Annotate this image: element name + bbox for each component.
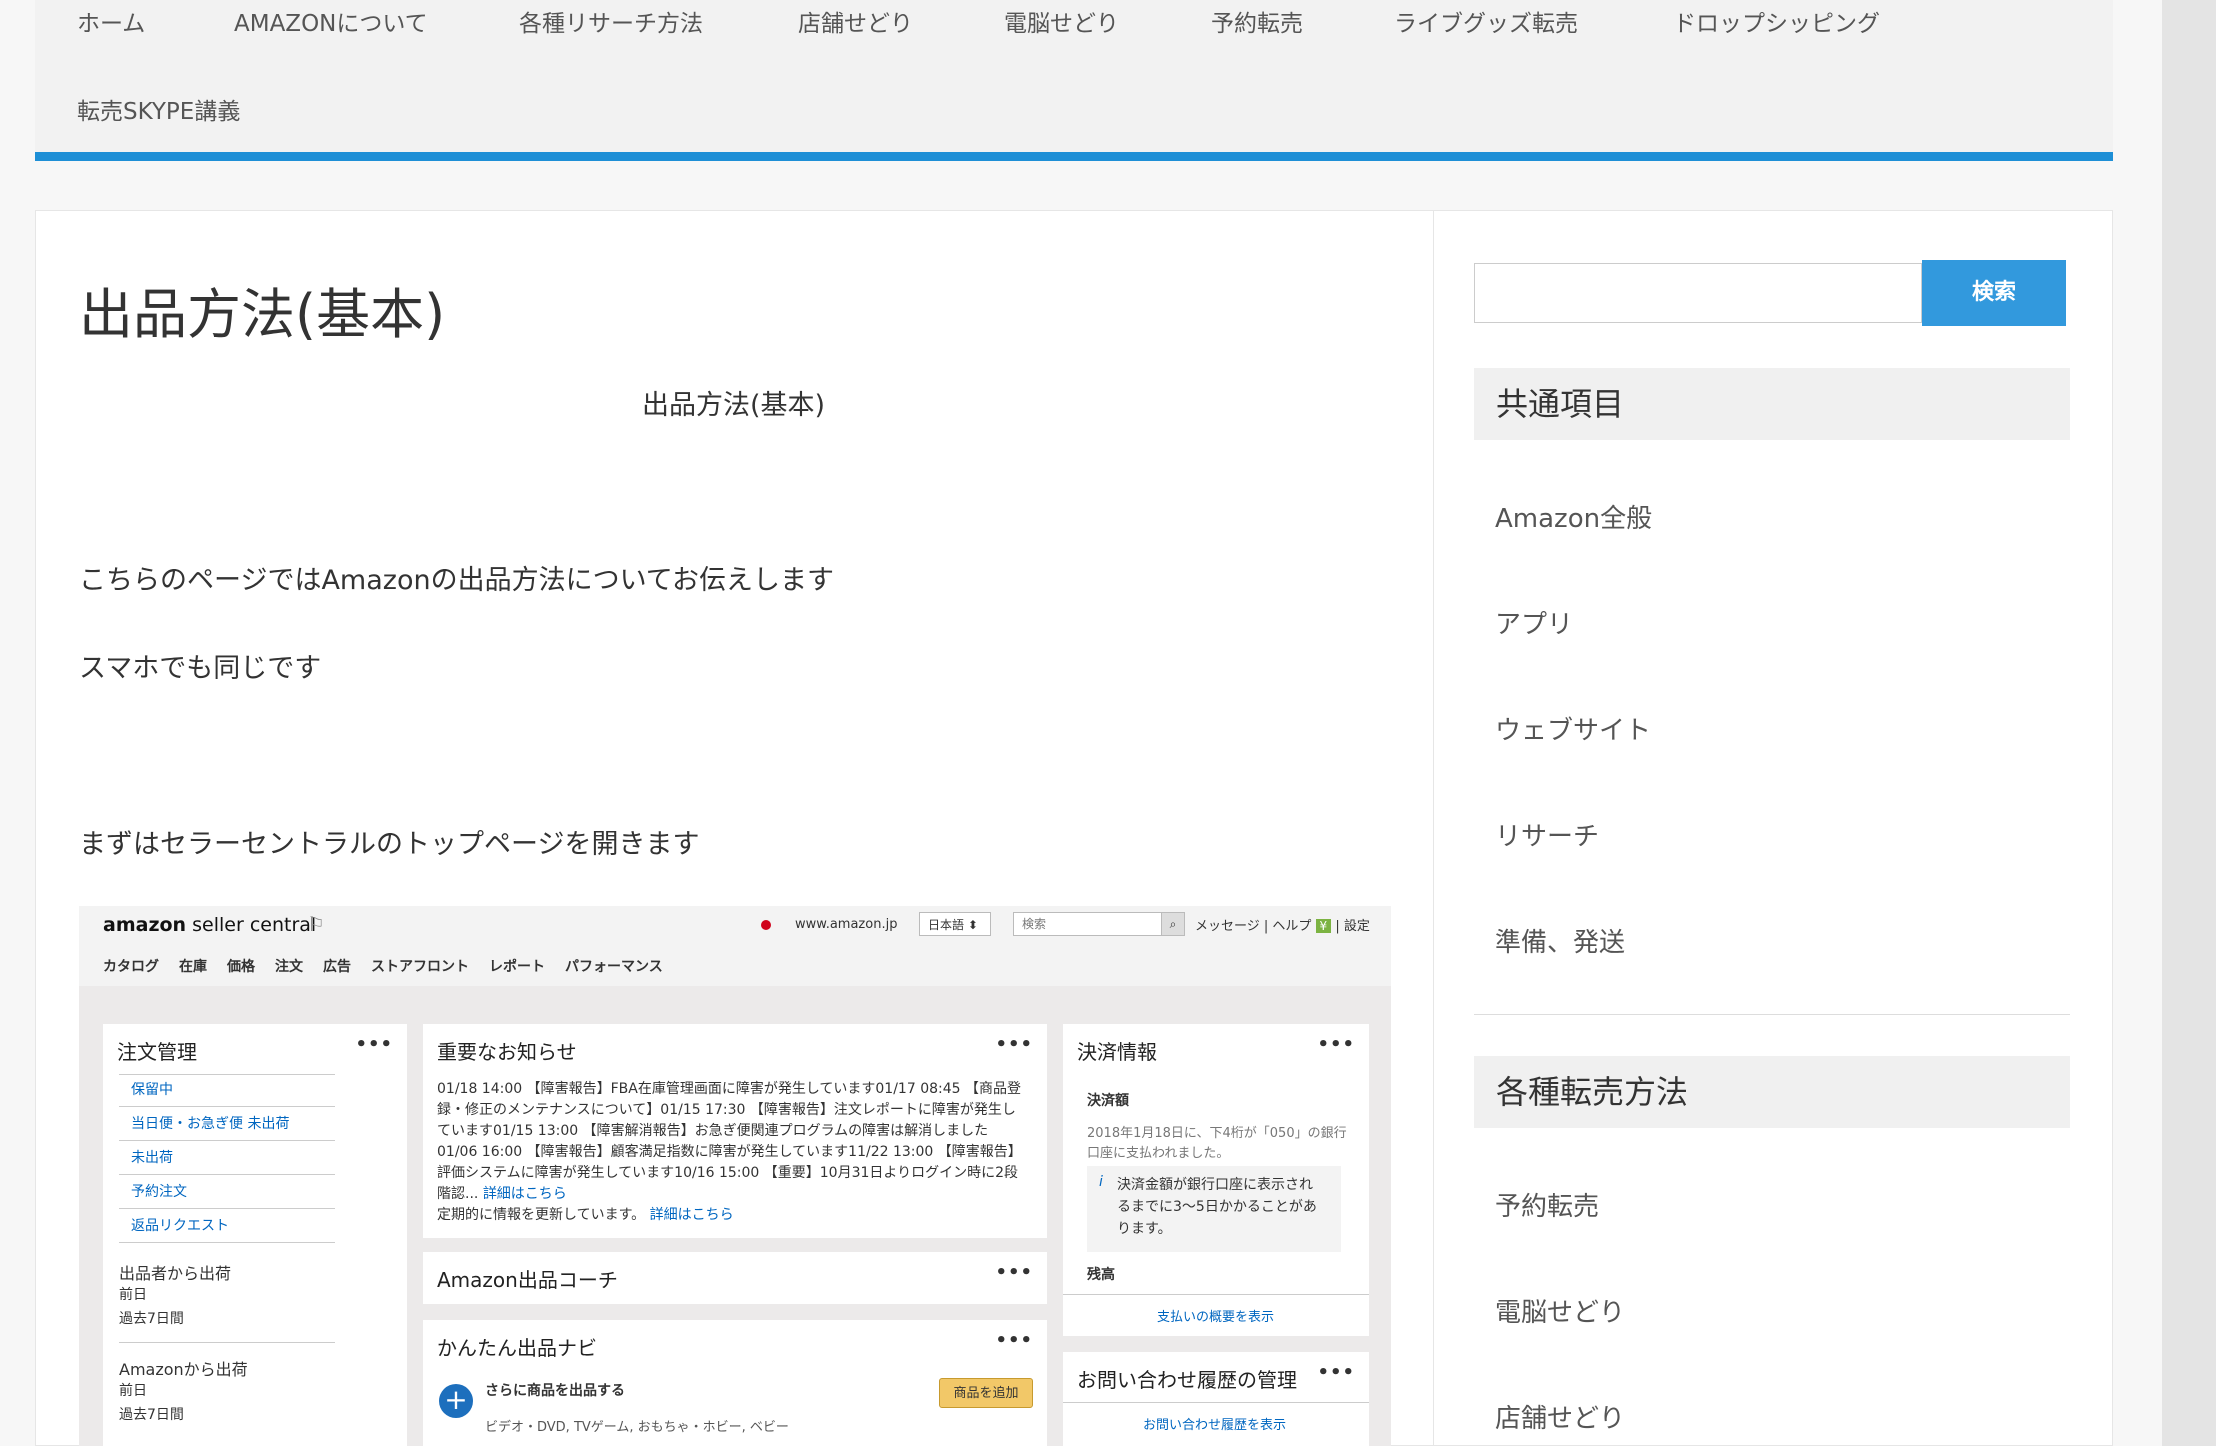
sidebar-item-amazon-general[interactable]: Amazon全般 (1495, 498, 1652, 535)
more-icon: ••• (995, 1330, 1033, 1351)
sidebar-item-preorder-resale[interactable]: 予約転売 (1495, 1186, 1599, 1223)
nav-skype-lecture[interactable]: 転売SKYPE講義 (77, 92, 240, 126)
sc-add-product-button: 商品を追加 (939, 1378, 1033, 1408)
sc-payment-card: 決済情報 ••• 決済額 2018年1月18日に、下4桁が「050」の銀行 口座… (1063, 1024, 1369, 1336)
sc-menu: カタログ 在庫 価格 注文 広告 ストアフロント レポート パフォーマンス (103, 959, 663, 975)
info-icon: i (1099, 1174, 1103, 1190)
nav-dropshipping[interactable]: ドロップシッピング (1673, 4, 1880, 38)
nav-preorder-resale[interactable]: 予約転売 (1211, 4, 1303, 38)
nav-research-methods[interactable]: 各種リサーチ方法 (519, 4, 703, 38)
nav-live-goods[interactable]: ライブグッズ転売 (1394, 4, 1578, 38)
japan-flag-icon (761, 920, 771, 930)
more-icon: ••• (995, 1262, 1033, 1283)
scrollbar-track[interactable] (2162, 0, 2216, 1446)
nav-store-sedori[interactable]: 店舗せどり (798, 4, 913, 38)
column-divider (1433, 210, 1434, 1446)
search-icon: ⌕ (1161, 912, 1185, 936)
sc-inquiry-card: お問い合わせ履歴の管理 ••• お問い合わせ履歴を表示 (1063, 1352, 1369, 1446)
sidebar-item-app[interactable]: アプリ (1495, 604, 1573, 641)
plus-icon: + (439, 1384, 473, 1418)
smartphone-note: スマホでも同じです (79, 653, 322, 684)
more-icon: ••• (1317, 1362, 1355, 1383)
more-icon: ••• (995, 1034, 1033, 1055)
sidebar-section-common: 共通項目 (1474, 368, 2070, 440)
sidebar-separator (1474, 1014, 2070, 1015)
sidebar-item-store-sedori[interactable]: 店舗せどり (1495, 1398, 1625, 1435)
sidebar-section-resale-methods: 各種転売方法 (1474, 1056, 2070, 1128)
sidebar-item-website[interactable]: ウェブサイト (1495, 710, 1651, 747)
article-subtitle: 出品方法(基本) (642, 390, 826, 421)
nav-about-amazon[interactable]: AMAZONについて (234, 4, 428, 38)
sc-logo: amazon seller central (103, 914, 317, 936)
page-title: 出品方法(基本) (79, 283, 446, 346)
sc-news-card: 重要なお知らせ ••• 01/18 14:00 【障害報告】FBA在庫管理画面に… (423, 1024, 1047, 1238)
sc-order-card: 注文管理 ••• 保留中 当日便・お急ぎ便 未出荷 未出荷 予約注文 返品リクエ… (103, 1024, 407, 1446)
sidebar-search-button[interactable]: 検索 (1922, 260, 2066, 326)
sidebar-item-online-sedori[interactable]: 電脳せどり (1495, 1292, 1625, 1329)
flag-icon: ⚐ (307, 912, 325, 936)
sc-listing-navi-card: かんたん出品ナビ ••• + さらに商品を出品する ビデオ・DVD, TVゲーム… (423, 1320, 1047, 1446)
sidebar-search-input[interactable] (1474, 263, 1922, 323)
yen-icon: ¥ (1315, 919, 1332, 933)
sc-site: www.amazon.jp (795, 917, 898, 932)
nav-home[interactable]: ホーム (77, 4, 145, 38)
intro-paragraph: こちらのページではAmazonの出品方法についてお伝えします (79, 565, 834, 596)
step-open-seller-central: まずはセラーセントラルのトップページを開きます (79, 829, 700, 860)
more-icon: ••• (355, 1034, 393, 1055)
more-icon: ••• (1317, 1034, 1355, 1055)
sc-search: 検索 (1013, 912, 1183, 936)
nav-online-sedori[interactable]: 電脳せどり (1004, 4, 1119, 38)
sc-header-links: メッセージ | ヘルプ ¥ | 設定 (1195, 919, 1370, 934)
seller-central-screenshot: amazon seller central ⚐ www.amazon.jp 日本… (79, 906, 1391, 1446)
nav-accent-bar (35, 152, 2113, 161)
sc-coach-card: Amazon出品コーチ ••• (423, 1252, 1047, 1304)
sidebar-item-research[interactable]: リサーチ (1495, 816, 1599, 853)
sc-language-select: 日本語 ⬍ (919, 912, 991, 936)
sidebar-item-prep-shipping[interactable]: 準備、発送 (1495, 922, 1625, 959)
